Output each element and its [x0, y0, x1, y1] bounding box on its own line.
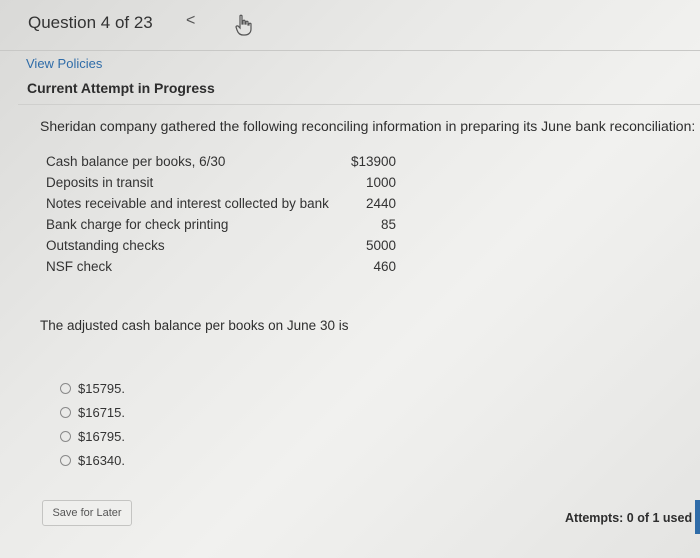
question-counter: Question 4 of 23: [28, 13, 153, 32]
option-label: $16715.: [78, 404, 125, 420]
option-label: $16795.: [78, 428, 125, 444]
item-label: Deposits in transit: [46, 175, 154, 190]
answer-option[interactable]: $16795.: [60, 424, 125, 448]
item-label: Bank charge for check printing: [46, 217, 229, 232]
radio-button[interactable]: [60, 454, 71, 466]
submit-button-edge[interactable]: [695, 500, 700, 534]
item-value: 2440: [365, 196, 396, 211]
attempts-counter: Attempts: 0 of 1 used: [565, 511, 693, 525]
question-header: Question 4 of 23 <: [0, 0, 700, 51]
item-label: Outstanding checks: [46, 238, 165, 253]
item-value: 1000: [365, 175, 396, 190]
answer-options: $15795. $16715. $16795. $16340.: [60, 376, 125, 472]
answer-option[interactable]: $16715.: [60, 400, 125, 424]
attempt-status: Current Attempt in Progress: [27, 80, 215, 96]
item-value: $13900: [350, 154, 396, 169]
question-text: The adjusted cash balance per books on J…: [40, 318, 349, 333]
radio-button[interactable]: [60, 406, 71, 418]
item-label: NSF check: [46, 259, 113, 274]
item-value: 460: [373, 259, 396, 274]
answer-option[interactable]: $15795.: [60, 376, 125, 400]
pointing-hand-icon[interactable]: [234, 14, 254, 36]
radio-button[interactable]: [60, 430, 71, 442]
chevron-left-icon[interactable]: <: [186, 12, 195, 30]
view-policies-link[interactable]: View Policies: [26, 56, 102, 71]
answer-option[interactable]: $16340.: [60, 448, 125, 472]
option-label: $16340.: [78, 452, 125, 468]
item-value: 5000: [365, 238, 396, 253]
item-value: 85: [380, 217, 396, 232]
problem-prompt: Sheridan company gathered the following …: [40, 118, 696, 134]
item-label: Cash balance per books, 6/30: [46, 154, 226, 169]
item-label: Notes receivable and interest collected …: [46, 196, 329, 211]
save-for-later-button[interactable]: Save for Later: [42, 500, 132, 526]
option-label: $15795.: [78, 380, 125, 396]
radio-button[interactable]: [60, 382, 71, 394]
